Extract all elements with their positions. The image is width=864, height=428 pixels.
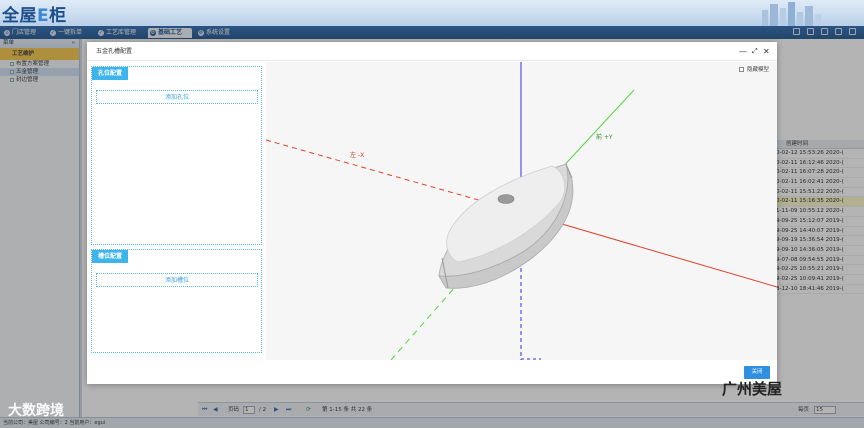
- add-slot-button[interactable]: 添加槽位: [96, 273, 258, 287]
- close-icon[interactable]: ✕: [763, 47, 770, 56]
- hardware-model[interactable]: [438, 163, 574, 289]
- dialog-title: 五金孔槽配置: [87, 42, 777, 61]
- add-hole-button[interactable]: 添加孔位: [96, 90, 258, 104]
- app-logo: 全屋E柜: [2, 6, 67, 26]
- hole-config-panel: 孔位配置 添加孔位: [91, 66, 262, 245]
- 3d-scene[interactable]: 左 -X 前 +Y: [266, 62, 777, 360]
- axis-y-label: 前 +Y: [596, 133, 613, 141]
- hardware-slot-config-dialog: 五金孔槽配置 — ⤢ ✕ 孔位配置 添加孔位 槽位配置 添加槽位 左 -X 前 …: [87, 42, 777, 384]
- slot-config-title: 槽位配置: [92, 250, 129, 263]
- watermark-left: 大数跨境: [8, 403, 64, 419]
- checkbox-box[interactable]: [739, 67, 744, 72]
- skyline-illustration: [762, 2, 821, 26]
- axis-x-label: 左 -X: [350, 151, 364, 159]
- 3d-viewport[interactable]: 左 -X 前 +Y: [266, 62, 777, 360]
- minimize-icon[interactable]: —: [739, 47, 747, 56]
- hole-marker: [497, 194, 515, 204]
- hide-model-checkbox[interactable]: 隐藏模型: [739, 67, 769, 74]
- slot-config-panel: 槽位配置 添加槽位: [91, 249, 262, 353]
- watermark-right: 广州美屋: [722, 380, 783, 398]
- maximize-icon[interactable]: ⤢: [752, 47, 758, 56]
- hole-config-title: 孔位配置: [92, 67, 129, 80]
- app-header: 全屋E柜: [0, 0, 864, 26]
